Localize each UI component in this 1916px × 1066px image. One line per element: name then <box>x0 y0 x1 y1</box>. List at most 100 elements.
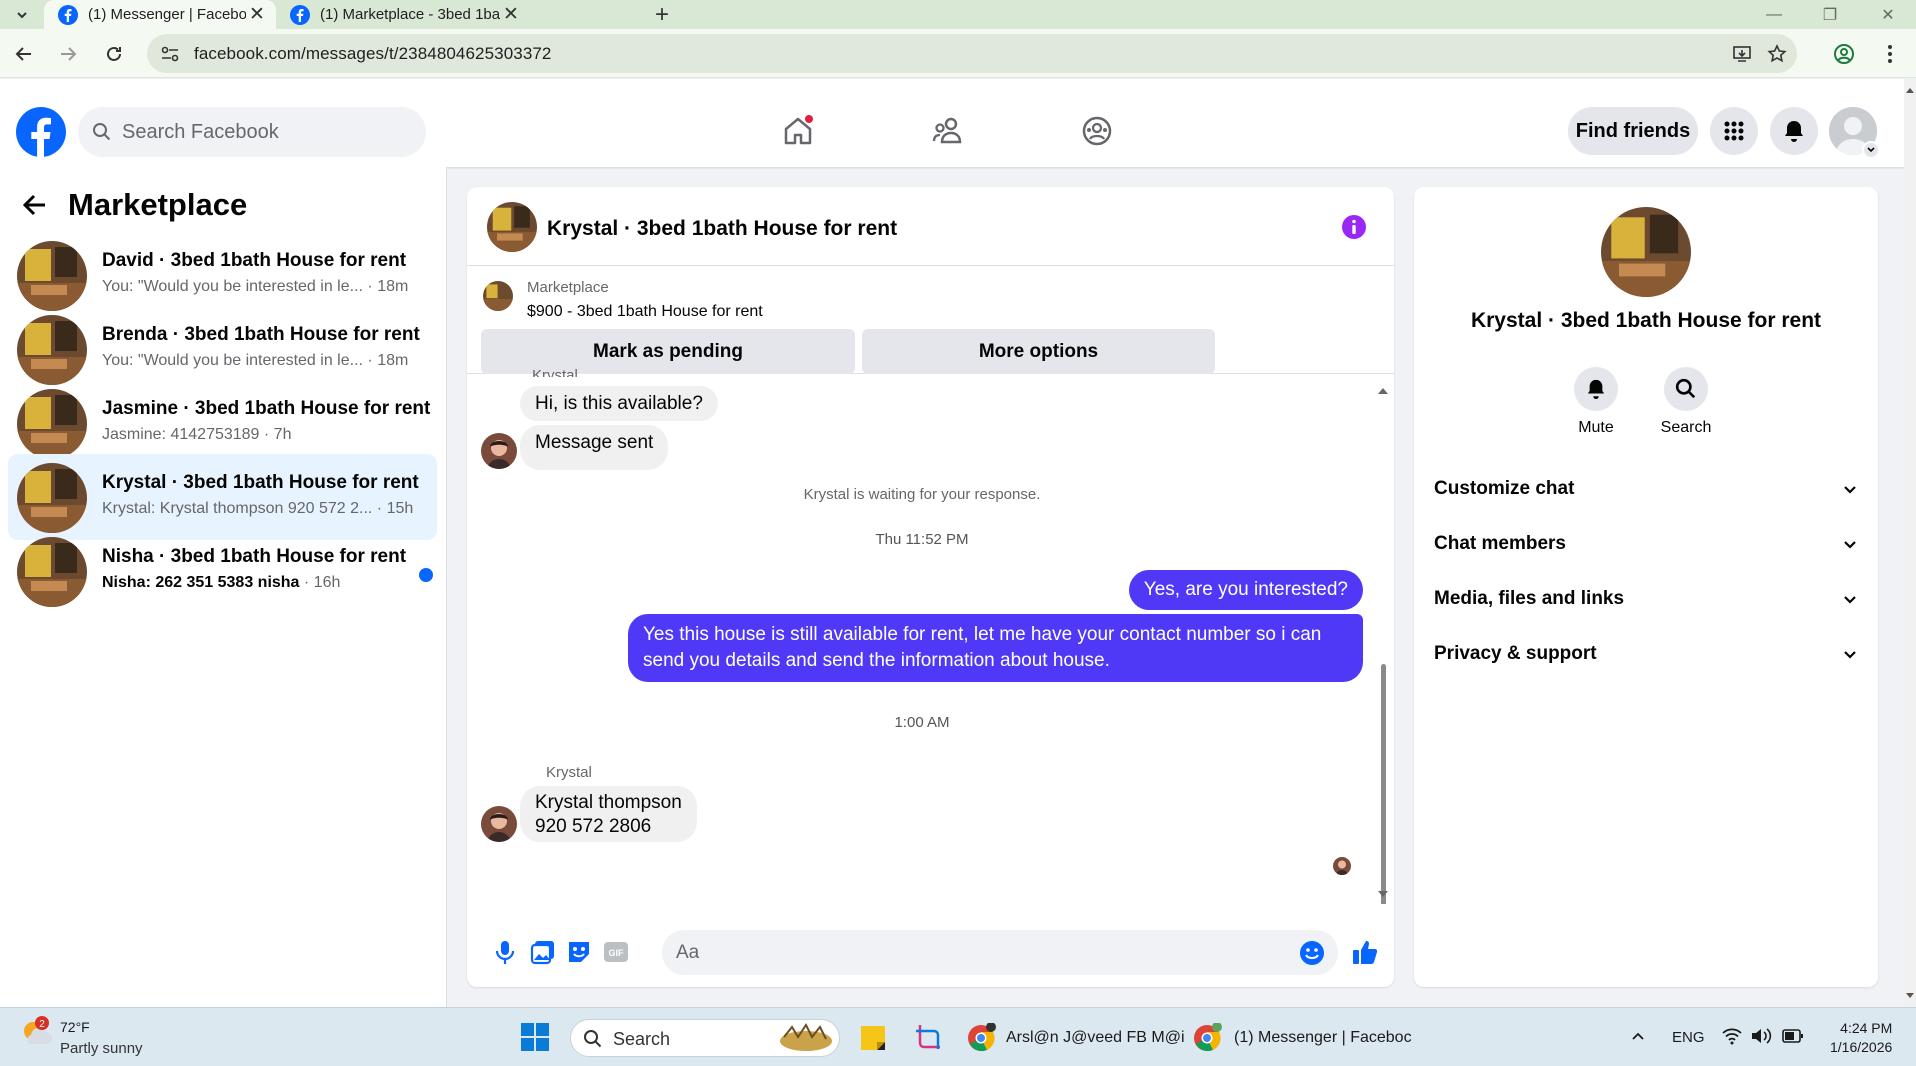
chrome-icon <box>1194 1023 1222 1052</box>
close-tab-icon[interactable]: ✕ <box>500 4 522 26</box>
facebook-header: Search Facebook Find friends <box>0 79 1904 167</box>
incoming-message[interactable]: Hi, is this available? <box>520 386 718 421</box>
chevron-down-icon <box>17 12 27 19</box>
sender-name: Krystal <box>546 764 592 781</box>
tab-search-button[interactable] <box>6 3 38 27</box>
search-label: Search <box>1660 419 1712 436</box>
conversation-preview: Jasmine: 4142753189 · 7h <box>102 426 292 443</box>
privacy-support-section[interactable]: Privacy & support <box>1434 634 1858 674</box>
chevron-down-icon <box>1844 486 1856 494</box>
outgoing-message[interactable]: Yes, are you interested? <box>1128 570 1363 610</box>
taskbar-search[interactable]: Search <box>570 1019 840 1057</box>
incoming-message[interactable]: Krystal thompson 920 572 2806 <box>520 786 697 842</box>
listing-avatar <box>17 463 87 533</box>
contact-avatar[interactable] <box>481 433 517 469</box>
snipping-tool-icon[interactable] <box>914 1023 942 1051</box>
message-thread: Krystal Hi, is this available? Message s… <box>467 367 1394 904</box>
gif-icon[interactable]: GIF <box>602 938 630 966</box>
message-input[interactable]: Aa <box>662 930 1338 975</box>
clock[interactable]: 4:24 PM 1/16/2026 <box>1830 1019 1892 1057</box>
taskbar-chrome-profile-1[interactable]: Arsl@n J@veed FB M@i <box>966 1021 1185 1055</box>
thread-scrollbar[interactable] <box>1376 374 1390 904</box>
home-nav-button[interactable] <box>778 111 818 151</box>
conversation-preview: Nisha: 262 351 5383 nisha · 16h <box>102 574 341 591</box>
taskbar-chrome-profile-2[interactable]: (1) Messenger | Faceboc <box>1192 1021 1412 1055</box>
new-tab-button[interactable]: + <box>648 1 676 29</box>
windows-start-icon[interactable] <box>520 1022 550 1052</box>
profile-icon[interactable] <box>1828 38 1860 70</box>
volume-icon[interactable] <box>1750 1027 1772 1045</box>
bell-icon <box>1785 121 1803 142</box>
svg-text:GIF: GIF <box>609 948 625 958</box>
account-chevron-icon[interactable] <box>1862 141 1880 159</box>
back-arrow-icon[interactable] <box>22 192 48 218</box>
sticky-notes-icon[interactable] <box>860 1025 886 1051</box>
facebook-logo[interactable] <box>16 107 66 157</box>
conversation-name: Jasmine · 3bed 1bath House for rent <box>102 398 431 419</box>
menu-grid-button[interactable] <box>1710 107 1758 155</box>
groups-icon <box>1082 116 1112 146</box>
close-tab-icon[interactable]: ✕ <box>246 4 268 26</box>
sidebar-header: Marketplace <box>22 187 247 223</box>
notifications-button[interactable] <box>1770 107 1818 155</box>
search-conversation-button[interactable]: Search <box>1646 367 1726 437</box>
tab-title: (1) Marketplace - 3bed 1bath H <box>320 6 500 23</box>
mute-button[interactable]: Mute <box>1556 367 1636 437</box>
page-scrollbar[interactable] <box>1904 79 1916 1007</box>
close-window-button[interactable]: ✕ <box>1860 0 1916 29</box>
back-button[interactable] <box>8 38 40 70</box>
chrome-icon <box>968 1023 996 1052</box>
media-files-links-section[interactable]: Media, files and links <box>1434 579 1858 619</box>
site-settings-icon[interactable] <box>159 43 181 65</box>
browser-menu-icon[interactable] <box>1874 38 1906 70</box>
tab-marketplace[interactable]: (1) Marketplace - 3bed 1bath H ✕ <box>276 0 530 29</box>
forward-button[interactable] <box>52 38 84 70</box>
chat-avatar[interactable] <box>487 202 537 252</box>
friends-nav-button[interactable] <box>928 111 968 151</box>
outgoing-message[interactable]: Yes this house is still available for re… <box>628 614 1363 682</box>
thumbs-up-icon[interactable] <box>1351 938 1379 966</box>
contact-avatar[interactable] <box>481 806 517 842</box>
conversation-item[interactable]: Nisha · 3bed 1bath House for rent Nisha:… <box>8 528 437 614</box>
conversation-preview: You: "Would you be interested in le... ·… <box>102 278 409 295</box>
weather-widget[interactable]: 2 <box>20 1016 54 1050</box>
read-receipt-avatar <box>1333 857 1351 875</box>
marketplace-listing-bar: Marketplace $900 - 3bed 1bath House for … <box>467 267 1394 374</box>
emoji-icon[interactable] <box>1299 940 1325 966</box>
info-icon[interactable] <box>1341 214 1367 240</box>
microphone-icon[interactable] <box>491 938 519 966</box>
conversation-name: David · 3bed 1bath House for rent <box>102 250 407 271</box>
weather-condition: Partly sunny <box>60 1040 143 1057</box>
browser-tab-strip: (1) Messenger | Facebook ✕ (1) Marketpla… <box>0 0 1916 29</box>
battery-icon[interactable] <box>1782 1029 1804 1043</box>
wifi-icon[interactable] <box>1722 1027 1742 1045</box>
install-app-icon[interactable] <box>1729 42 1755 66</box>
listing-avatar <box>17 315 87 385</box>
tray-overflow-icon[interactable] <box>1630 1028 1646 1044</box>
photo-icon[interactable] <box>529 938 557 966</box>
incoming-message[interactable]: Message sent <box>520 425 669 470</box>
details-avatar <box>1601 207 1691 297</box>
reload-icon <box>107 46 121 61</box>
restore-button[interactable]: ❐ <box>1802 0 1858 29</box>
conversation-preview: You: "Would you be interested in le... ·… <box>102 352 409 369</box>
tab-messenger[interactable]: (1) Messenger | Facebook ✕ <box>44 0 276 29</box>
address-bar[interactable]: facebook.com/messages/t/2384804625303372 <box>147 34 1797 73</box>
conversation-name: Nisha · 3bed 1bath House for rent <box>102 546 407 567</box>
message-placeholder: Aa <box>676 942 700 963</box>
bookmark-star-icon[interactable] <box>1764 42 1790 66</box>
facebook-search-input[interactable]: Search Facebook <box>78 107 426 157</box>
reload-button[interactable] <box>98 38 130 70</box>
language-indicator[interactable]: ENG <box>1672 1029 1705 1046</box>
find-friends-button[interactable]: Find friends <box>1568 107 1698 155</box>
sticker-icon[interactable] <box>565 938 593 966</box>
browser-toolbar: facebook.com/messages/t/2384804625303372 <box>0 29 1916 78</box>
chat-title[interactable]: Krystal · 3bed 1bath House for rent <box>547 217 897 241</box>
listing-price[interactable]: $900 - 3bed 1bath House for rent <box>527 303 763 321</box>
chat-members-section[interactable]: Chat members <box>1434 524 1858 564</box>
groups-nav-button[interactable] <box>1077 111 1117 151</box>
minimize-button[interactable]: — <box>1746 0 1802 29</box>
more-options-button[interactable]: More options <box>862 329 1215 374</box>
customize-chat-section[interactable]: Customize chat <box>1434 469 1858 509</box>
search-icon <box>1675 378 1696 399</box>
